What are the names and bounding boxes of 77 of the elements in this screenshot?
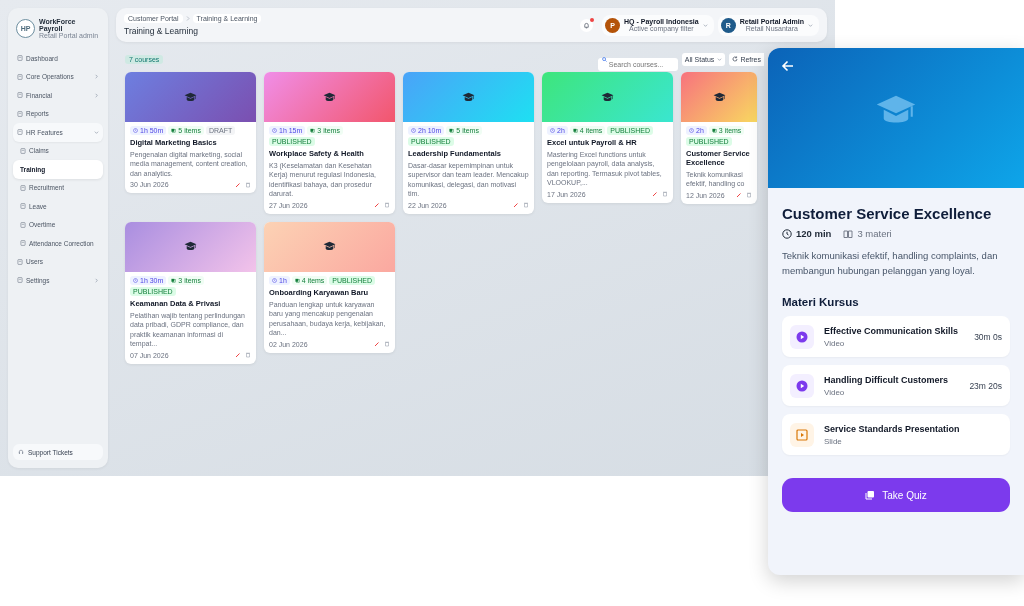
graduation-cap-icon	[184, 241, 197, 253]
slide-icon	[796, 428, 808, 441]
section-title: Materi Kursus	[782, 296, 860, 309]
graduation-cap-icon	[712, 91, 726, 103]
book-icon	[843, 228, 854, 239]
chevron-icon	[94, 129, 99, 135]
clock-icon	[272, 277, 277, 283]
trash-icon[interactable]	[746, 192, 752, 199]
clock-icon	[689, 128, 694, 133]
material-length: 23m 20s	[969, 380, 1002, 391]
chevron-icon	[94, 277, 99, 283]
document-icon	[17, 258, 23, 265]
duration-text: 120 min	[782, 228, 832, 239]
pencil-icon[interactable]	[235, 181, 241, 188]
pencil-icon[interactable]	[374, 202, 380, 209]
material-item[interactable]: Handling Difficult Customers Video 23m 20s	[782, 365, 1010, 407]
stack-icon	[171, 277, 177, 283]
play-icon	[796, 379, 808, 392]
clock-icon	[782, 228, 792, 239]
bell-icon	[583, 21, 590, 29]
clock-icon	[133, 277, 138, 283]
trash-icon[interactable]	[523, 202, 529, 209]
graduation-cap-icon	[184, 91, 197, 103]
trash-icon[interactable]	[662, 191, 668, 198]
trash-icon[interactable]	[245, 352, 251, 358]
document-icon	[17, 55, 23, 62]
clock-icon	[272, 128, 277, 133]
course-title: Customer Service Excellence	[782, 205, 993, 222]
headset-icon	[18, 449, 24, 455]
chevron-icon	[702, 22, 708, 28]
clock-icon	[411, 128, 416, 133]
trash-icon[interactable]	[384, 202, 390, 209]
clock-icon	[550, 128, 555, 133]
document-icon	[17, 110, 23, 117]
chevron-icon	[94, 74, 99, 80]
material-item[interactable]: Effective Communication Skills Video 30m 0s	[782, 316, 1010, 358]
chevron-icon	[185, 16, 190, 21]
course-description: Teknik komunikasi efektif, handling complaints, dan membangun hubungan pelanggan yang loyal.	[782, 249, 999, 278]
materials-count: 3 materi	[843, 228, 892, 239]
document-icon	[17, 277, 23, 284]
document-icon	[20, 203, 26, 210]
notifications-button[interactable]	[580, 18, 593, 32]
document-icon	[20, 221, 26, 228]
stack-icon	[294, 277, 300, 283]
chevron-icon	[717, 56, 723, 62]
clock-icon	[133, 128, 138, 133]
refresh-icon	[732, 56, 739, 62]
graduation-cap-icon	[323, 241, 336, 253]
chevron-icon	[808, 22, 813, 28]
graduation-cap-icon	[323, 91, 336, 103]
document-icon	[17, 73, 23, 80]
document-icon	[17, 92, 23, 99]
material-length: 30m 0s	[974, 331, 1002, 342]
pencil-icon[interactable]	[513, 202, 519, 209]
stack-icon	[310, 128, 316, 133]
stack-icon	[171, 128, 177, 133]
pencil-icon[interactable]	[235, 352, 241, 358]
graduation-cap-icon	[601, 91, 614, 103]
page-title: Training & Learning	[124, 26, 199, 36]
trash-icon[interactable]	[245, 181, 251, 188]
material-item[interactable]: Service Standards Presentation Slide	[782, 414, 1010, 456]
stack-icon	[572, 128, 578, 133]
play-icon	[796, 330, 808, 343]
back-arrow-icon[interactable]	[781, 59, 795, 73]
chevron-icon	[94, 92, 99, 98]
document-icon	[20, 147, 26, 154]
stack-icon	[711, 128, 717, 133]
document-icon	[20, 184, 26, 191]
document-icon	[20, 240, 26, 247]
stack-icon	[449, 128, 455, 133]
graduation-cap-icon	[462, 91, 475, 103]
trash-icon[interactable]	[384, 341, 390, 347]
take-quiz-button[interactable]: Take Quiz	[782, 478, 1010, 513]
pencil-icon[interactable]	[736, 192, 742, 199]
pencil-icon[interactable]	[652, 191, 658, 198]
pencil-icon[interactable]	[374, 341, 380, 347]
document-icon	[17, 129, 23, 136]
